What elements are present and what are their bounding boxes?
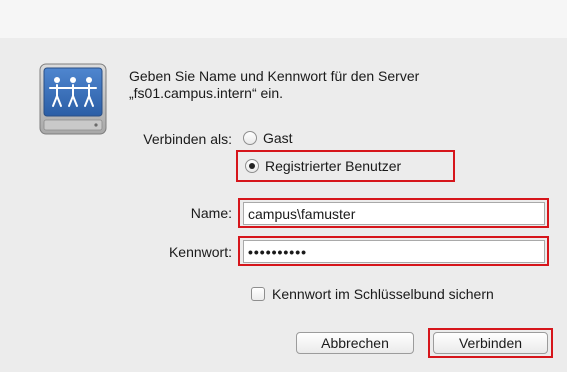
guest-radio-circle[interactable]: [243, 131, 257, 145]
keychain-checkbox-row[interactable]: Kennwort im Schlüsselbund sichern: [251, 286, 494, 302]
name-label: Name:: [190, 205, 232, 221]
keychain-checkbox-label: Kennwort im Schlüsselbund sichern: [272, 286, 494, 302]
prompt-line-1: Geben Sie Name und Kennwort für den Serv…: [129, 68, 420, 84]
network-server-icon: [39, 63, 107, 135]
keychain-checkbox[interactable]: [251, 287, 265, 301]
prompt-line-2: „fs01.campus.intern“ ein.: [129, 85, 284, 101]
dialog-prompt: Geben Sie Name und Kennwort für den Serv…: [129, 68, 549, 102]
registered-user-radio[interactable]: Registrierter Benutzer: [245, 158, 401, 174]
password-field[interactable]: ••••••••••: [243, 240, 545, 263]
name-field[interactable]: campus\famuster: [243, 202, 545, 225]
registered-user-radio-circle[interactable]: [245, 159, 259, 173]
guest-radio[interactable]: Gast: [243, 130, 293, 146]
window-top-band: [0, 0, 567, 39]
connect-as-label: Verbinden als:: [143, 131, 232, 147]
connect-button[interactable]: Verbinden: [433, 332, 548, 354]
password-label: Kennwort:: [168, 244, 232, 260]
guest-radio-label: Gast: [263, 130, 293, 146]
cancel-button[interactable]: Abbrechen: [296, 332, 414, 354]
registered-user-radio-label: Registrierter Benutzer: [265, 158, 402, 174]
